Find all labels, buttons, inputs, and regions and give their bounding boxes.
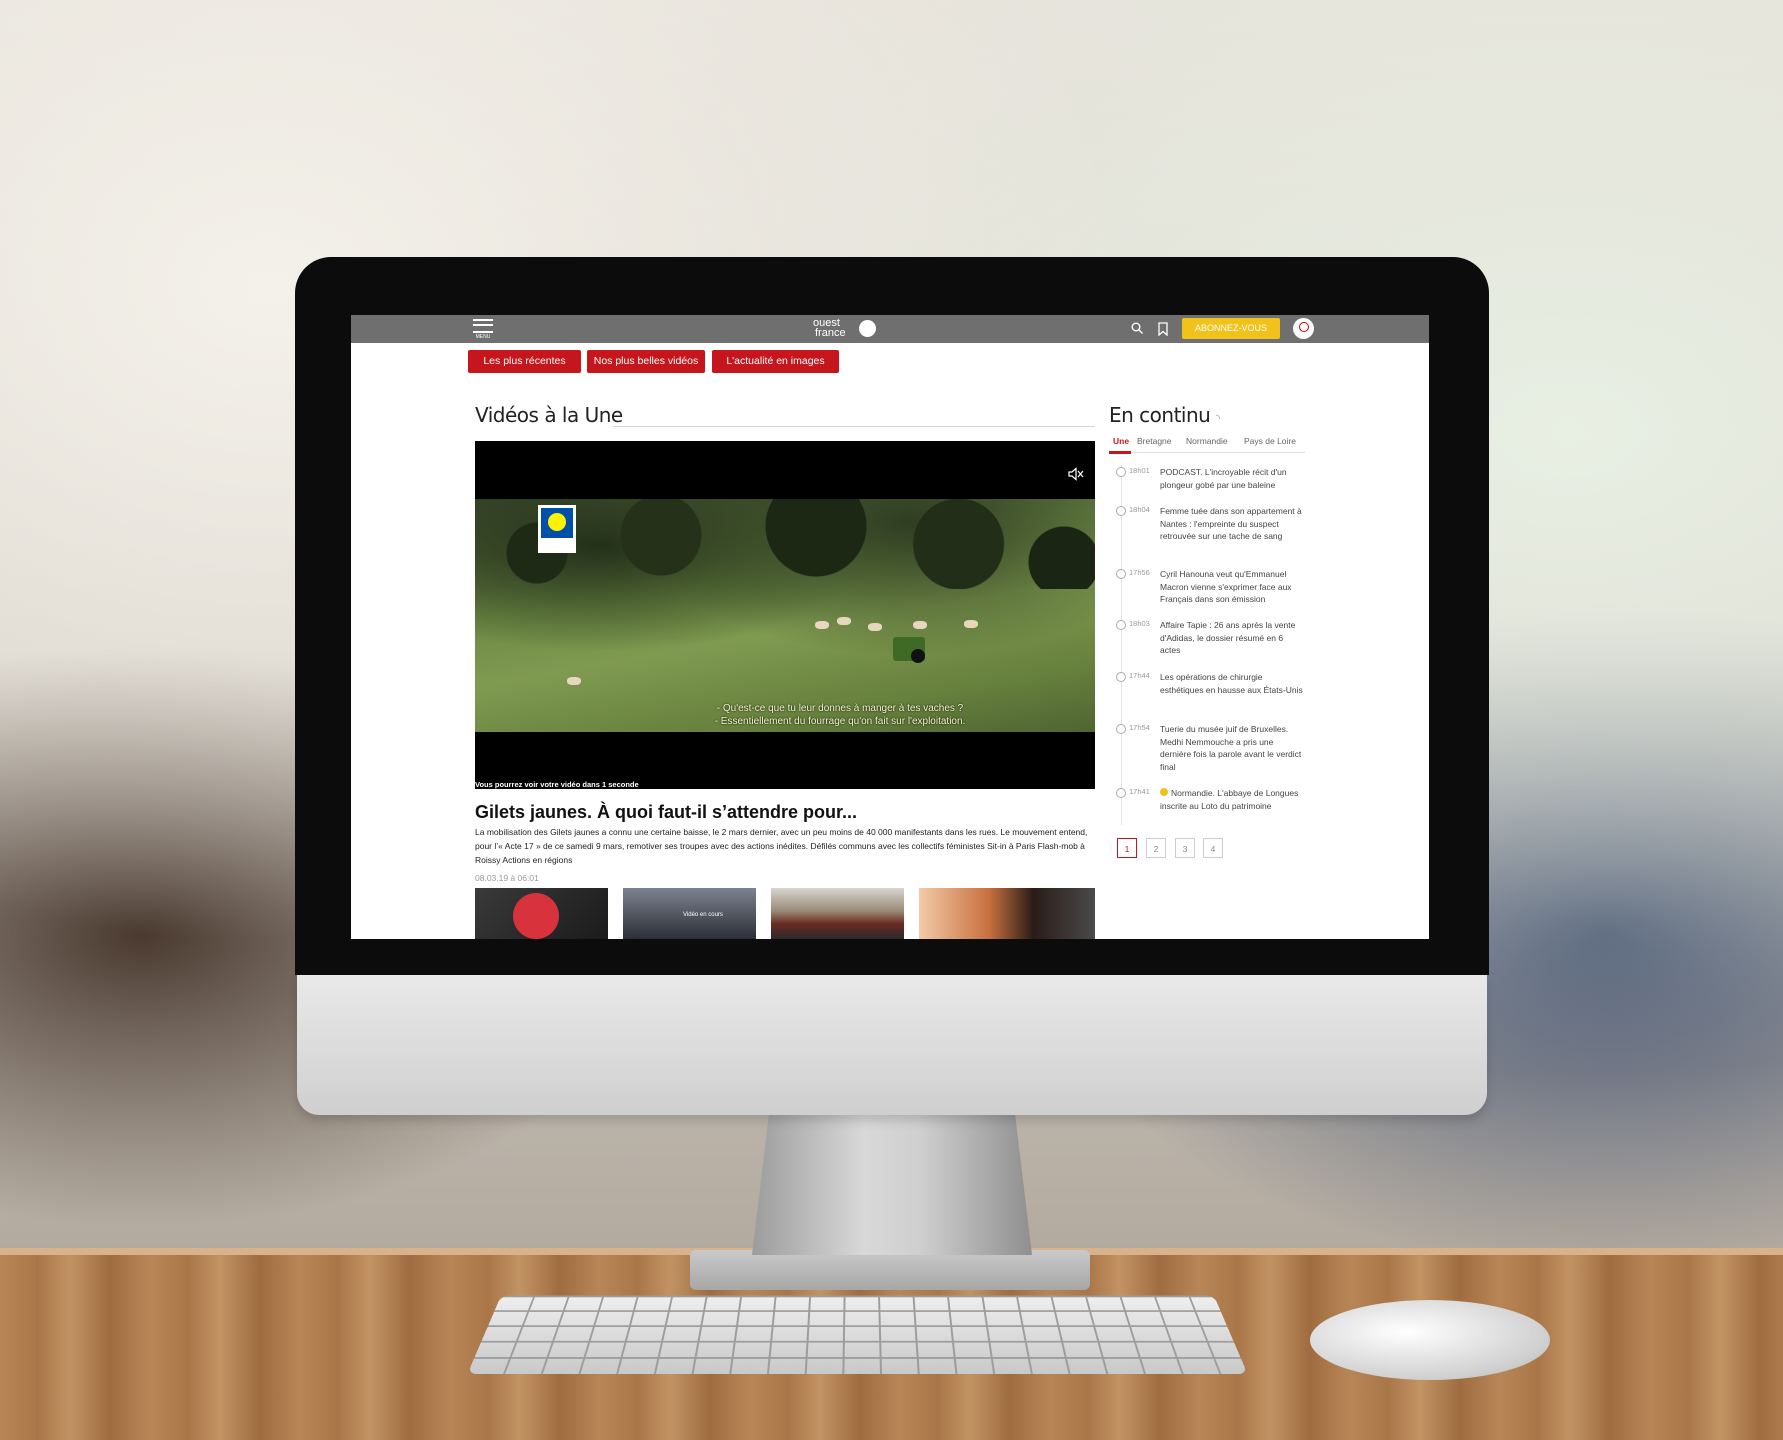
hamburger-icon [473,319,493,333]
bookmark-icon[interactable] [1158,322,1168,336]
news-title[interactable]: PODCAST. L'incroyable récit d'un plongeu… [1160,466,1305,491]
clock-icon [1116,724,1126,734]
monitor-stand [752,1115,1032,1255]
video-thumbnail[interactable] [919,888,1095,939]
article-date: 08.03.19 à 06:01 [475,873,539,883]
keyboard [467,1295,1248,1374]
section-title: Vidéos à la Une [475,403,623,427]
news-title[interactable]: Femme tuée dans son appartement à Nantes… [1160,505,1305,543]
clock-icon [1116,620,1126,630]
monitor-stand-base [690,1250,1090,1290]
menu-button[interactable]: MENU [471,318,495,340]
news-time: 17h44 [1129,671,1150,680]
video-player[interactable]: - Qu'est-ce que tu leur donnes à manger … [475,441,1095,789]
cow [964,620,978,628]
cow [868,623,882,631]
news-time: 18h04 [1129,505,1150,514]
tractor [893,637,925,663]
region-tab-pays-de-loire[interactable]: Pays de Loire [1244,436,1296,446]
site-logo[interactable]: ouest france [813,318,877,340]
account-avatar-icon[interactable] [1293,318,1314,339]
live-dot-icon [1160,788,1168,796]
region-tabs-rule [1109,452,1305,453]
active-tab-indicator [1109,451,1131,454]
page-button-1[interactable]: 1 [1117,838,1137,858]
tab-recent[interactable]: Les plus récentes [468,350,581,373]
lidl-logo [538,505,576,553]
rss-icon[interactable]: ◝ [1216,412,1220,425]
region-tab-une[interactable]: Une [1113,436,1129,446]
site-header: MENU ouest france ABONNEZ-VOUS [351,315,1429,343]
sidebar-title: En continu [1109,403,1211,427]
clock-icon [1116,569,1126,579]
mouse [1310,1300,1550,1380]
tab-images[interactable]: L'actualité en images [712,350,839,373]
video-thumbnail[interactable]: Vidéo en cours [623,888,756,939]
news-time: 17h56 [1129,568,1150,577]
news-time: 17h41 [1129,787,1150,796]
news-title[interactable]: Les opérations de chirurgie esthétiques … [1160,671,1305,696]
video-thumbnail[interactable] [771,888,904,939]
page-button-4[interactable]: 4 [1203,838,1223,858]
region-tab-bretagne[interactable]: Bretagne [1137,436,1172,446]
news-title[interactable]: Normandie. L'abbaye de Longues inscrite … [1160,787,1305,812]
video-thumbnail[interactable] [475,888,608,939]
tab-best-videos[interactable]: Nos plus belles vidéos [587,350,705,373]
thumbnail-loading-label: Vidéo en cours [683,912,723,918]
subscribe-button[interactable]: ABONNEZ-VOUS [1182,318,1280,339]
search-icon[interactable] [1131,322,1143,334]
clock-icon [1116,467,1126,477]
article-summary: La mobilisation des Gilets jaunes a conn… [475,827,1088,865]
news-title[interactable]: Affaire Tapie : 26 ans après la vente d'… [1160,619,1305,657]
clock-icon [1116,506,1126,516]
page-button-2[interactable]: 2 [1146,838,1166,858]
mute-icon[interactable] [1068,467,1084,481]
clock-icon [1116,672,1126,682]
video-countdown-note: Vous pourrez voir votre vidéo dans 1 sec… [475,780,639,789]
logo-circle-icon [859,320,876,337]
news-title[interactable]: Tuerie du musée juif de Bruxelles. Medhi… [1160,723,1305,773]
monitor-chin [297,975,1487,1115]
section-title-rule [613,426,1095,427]
cow [567,677,581,685]
menu-label: MENU [475,334,491,340]
browser-screen: MENU ouest france ABONNEZ-VOUS Les plus … [351,315,1429,939]
news-title-text: Normandie. L'abbaye de Longues inscrite … [1160,788,1299,811]
page-button-3[interactable]: 3 [1175,838,1195,858]
cow [837,617,851,625]
cow [913,621,927,629]
timeline-line [1121,465,1122,825]
news-title[interactable]: Cyril Hanouna veut qu'Emmanuel Macron vi… [1160,568,1305,606]
news-time: 18h03 [1129,619,1150,628]
news-time: 18h01 [1129,466,1150,475]
clock-icon [1116,788,1126,798]
video-subtitle-line1: - Qu'est-ce que tu leur donnes à manger … [716,703,964,714]
article-headline[interactable]: Gilets jaunes. À quoi faut-il s’attendre… [475,802,857,823]
video-frame: - Qu'est-ce que tu leur donnes à manger … [475,499,1095,732]
region-tab-normandie[interactable]: Normandie [1186,436,1228,446]
news-time: 17h54 [1129,723,1150,732]
cow [815,621,829,629]
video-subtitle-line2: - Essentiellement du fourrage qu'on fait… [714,716,966,727]
